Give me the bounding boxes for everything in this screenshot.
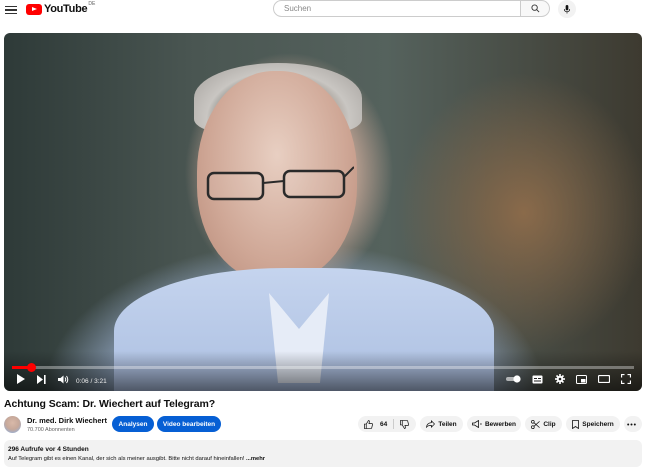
like-divider (393, 419, 395, 429)
like-button[interactable]: 64 (364, 419, 388, 429)
menu-icon[interactable] (5, 2, 17, 18)
play-icon (16, 374, 25, 384)
share-button[interactable]: Teilen (420, 416, 463, 432)
analytics-button-label: Analysen (118, 420, 148, 428)
miniplayer-icon (576, 374, 587, 384)
youtube-logo[interactable]: YouTube DE (26, 1, 96, 15)
microphone-icon (563, 4, 571, 14)
volume-button[interactable] (57, 372, 69, 386)
show-more-link[interactable]: ...mehr (246, 456, 265, 462)
volume-icon (57, 375, 68, 383)
share-button-label: Teilen (438, 420, 457, 428)
autoplay-toggle-icon (506, 375, 521, 383)
more-actions-button[interactable] (624, 416, 642, 432)
channel-name[interactable]: Dr. med. Dirk Wiechert (27, 416, 107, 425)
like-dislike-group: 64 (358, 416, 416, 432)
channel-avatar[interactable] (4, 416, 21, 433)
save-button-label: Speichern (582, 420, 614, 428)
settings-button[interactable] (553, 372, 566, 386)
progress-scrubber[interactable] (26, 363, 36, 372)
scissors-icon (531, 419, 541, 429)
edit-video-button-label: Video bearbeiten (162, 420, 216, 428)
description-box[interactable] (4, 440, 642, 467)
subscriber-count: 70.700 Abonnenten (27, 427, 75, 433)
video-player[interactable]: 0:06 / 3:21 (4, 33, 642, 391)
video-frame-glasses (206, 166, 354, 201)
edit-video-button[interactable]: Video bearbeiten (157, 416, 221, 432)
thumbs-down-icon (400, 419, 410, 429)
subtitles-icon (532, 375, 543, 383)
more-horizontal-icon (627, 423, 636, 425)
thumbs-up-icon (364, 419, 373, 429)
description-text: Auf Telegram gibt es einen Kanal, der si… (8, 456, 265, 462)
autoplay-toggle[interactable] (506, 372, 522, 386)
theater-mode-button[interactable] (597, 372, 611, 386)
progress-bar[interactable] (12, 363, 634, 372)
theater-mode-icon (598, 375, 610, 383)
promote-icon (472, 420, 482, 428)
play-button[interactable] (14, 372, 26, 386)
miniplayer-button[interactable] (575, 372, 588, 386)
bookmark-icon (572, 419, 580, 429)
gear-icon (554, 374, 565, 384)
logo-text: YouTube (44, 3, 88, 15)
subtitles-button[interactable] (531, 372, 544, 386)
player-controls: 0:06 / 3:21 (4, 351, 642, 391)
analytics-button[interactable]: Analysen (112, 416, 154, 432)
fullscreen-button[interactable] (619, 372, 632, 386)
promote-button[interactable]: Bewerben (467, 416, 521, 432)
view-count-and-date: 296 Aufrufe vor 4 Stunden (8, 446, 89, 453)
save-button[interactable]: Speichern (566, 416, 620, 432)
next-icon (36, 374, 46, 384)
search-input[interactable] (282, 3, 506, 14)
promote-button-label: Bewerben (484, 420, 517, 428)
country-code: DE (88, 1, 96, 7)
search-button[interactable] (521, 0, 550, 17)
next-button[interactable] (35, 372, 47, 386)
youtube-play-icon (26, 3, 42, 15)
search-icon (530, 4, 539, 13)
search-box (273, 0, 521, 17)
video-title: Achtung Scam: Dr. Wiechert auf Telegram? (4, 398, 216, 410)
top-bar: YouTube DE (0, 0, 649, 22)
clip-button-label: Clip (543, 420, 556, 428)
share-icon (426, 420, 436, 428)
fullscreen-icon (620, 374, 631, 384)
dislike-button[interactable] (400, 419, 412, 429)
clip-button[interactable]: Clip (525, 416, 562, 432)
description-snippet: Auf Telegram gibt es einen Kanal, der si… (8, 456, 247, 462)
voice-search-button[interactable] (558, 0, 576, 18)
like-count: 64 (380, 420, 388, 428)
time-display: 0:06 / 3:21 (76, 378, 107, 385)
